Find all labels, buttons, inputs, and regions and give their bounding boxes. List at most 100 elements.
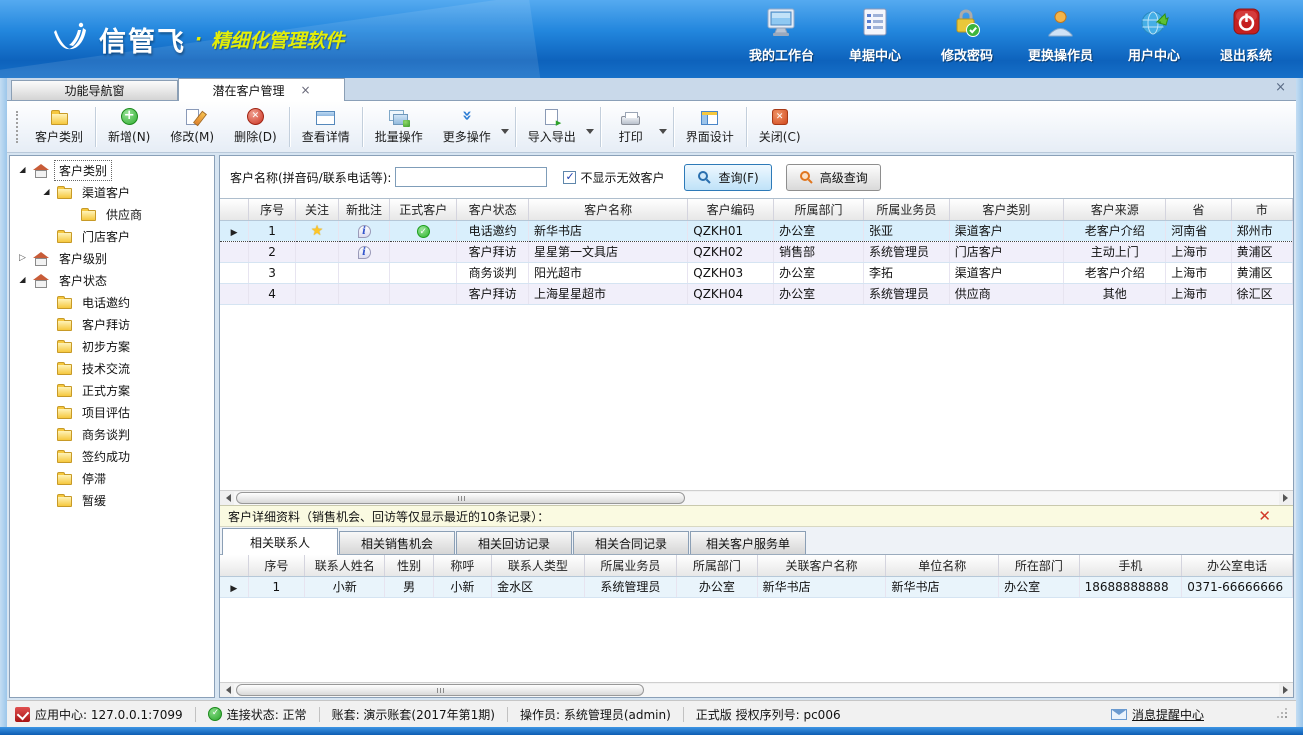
tabstrip-close-icon[interactable]: × [1275,81,1286,94]
cell-salesman[interactable]: 系统管理员 [863,241,949,262]
toolbar-import-export-button[interactable]: 导入导出 [518,104,586,150]
cell-company[interactable]: 新华书店 [886,576,999,597]
tab-related-sales-opportunities[interactable]: 相关销售机会 [339,531,455,554]
nav-switch-operator[interactable]: 更换操作员 [1028,7,1093,64]
toolbar-ui-design-button[interactable]: 界面设计 [676,104,744,150]
cell-salesman[interactable]: 李拓 [863,262,949,283]
tab-related-service-orders[interactable]: 相关客户服务单 [690,531,806,554]
message-center-link[interactable]: 消息提醒中心 [1111,706,1204,723]
expander-closed-icon[interactable] [17,254,28,263]
cell-city[interactable]: 黄浦区 [1231,241,1292,262]
column-header[interactable]: 省 [1166,199,1231,220]
cell-seq[interactable]: 4 [249,283,296,304]
cell-dept[interactable]: 销售部 [774,241,864,262]
cell-follow[interactable] [296,283,339,304]
cell-name[interactable]: 新华书店 [528,220,687,241]
tab-related-followup-records[interactable]: 相关回访记录 [456,531,572,554]
cell-source[interactable]: 主动上门 [1064,241,1166,262]
column-header[interactable]: 所在部门 [999,555,1079,576]
cell-department[interactable]: 办公室 [999,576,1079,597]
customer-grid-hscrollbar[interactable] [220,490,1293,505]
nav-my-workbench[interactable]: 我的工作台 [749,7,814,64]
column-header[interactable]: 所属业务员 [584,555,677,576]
cell-status[interactable]: 商务谈判 [457,262,529,283]
scrollbar-track[interactable] [234,684,1279,697]
cell-city[interactable]: 徐汇区 [1231,283,1292,304]
dropdown-caret-icon[interactable] [659,129,667,138]
tree-item-phone-invite[interactable]: 电话邀约 [10,291,214,313]
column-header[interactable]: 联系人类型 [492,555,585,576]
cell-name[interactable]: 上海星星超市 [528,283,687,304]
table-row[interactable]: 1 电话邀约 新华书店 QZKH01 办公室 张亚 渠道客户 老客户介绍 [220,220,1293,241]
cell-source[interactable]: 老客户介绍 [1064,262,1166,283]
tree-item-customer-visit[interactable]: 客户拜访 [10,313,214,335]
cell-code[interactable]: QZKH02 [688,241,774,262]
toolbar-customer-category-button[interactable]: 客户类别 [25,104,93,150]
detail-close-icon[interactable]: ✕ [1258,509,1271,524]
cell-gender[interactable]: 男 [385,576,433,597]
cell-salutation[interactable]: 小新 [433,576,491,597]
cell-name[interactable]: 阳光超市 [528,262,687,283]
column-header[interactable]: 办公室电话 [1182,555,1293,576]
tab-related-contract-records[interactable]: 相关合同记录 [573,531,689,554]
table-row[interactable]: 1 小新 男 小新 金水区 系统管理员 办公室 新华书店 新华书店 办公室 18 [220,576,1293,597]
cell-note[interactable] [338,241,389,262]
cell-category[interactable]: 渠道客户 [949,220,1063,241]
contact-grid-hscrollbar[interactable] [220,682,1293,697]
cell-mobile[interactable]: 18688888888 [1079,576,1182,597]
cell-seq[interactable]: 1 [248,576,304,597]
scrollbar-track[interactable] [234,492,1279,505]
cell-code[interactable]: QZKH04 [688,283,774,304]
cell-salesman[interactable]: 系统管理员 [584,576,677,597]
advanced-query-button[interactable]: 高级查询 [786,164,881,191]
table-row[interactable]: 3 商务谈判 阳光超市 QZKH03 办公室 李拓 渠道客户 老客户介绍 [220,262,1293,283]
tree-item-store-customer[interactable]: 门店客户 [10,225,214,247]
toolbar-print-button[interactable]: 打印 [603,104,659,150]
tree-item-customer-category[interactable]: 客户类别 [10,159,214,181]
cell-name[interactable]: 星星第一文具店 [528,241,687,262]
scroll-left-arrow-icon[interactable] [221,684,234,697]
column-header[interactable]: 关注 [296,199,339,220]
expander-open-icon[interactable] [17,276,28,284]
cell-note[interactable] [338,262,389,283]
tab-function-nav[interactable]: 功能导航窗 [11,80,178,100]
cell-follow[interactable] [296,220,339,241]
query-button[interactable]: 查询(F) [684,164,771,191]
tree-item-suspended[interactable]: 暂缓 [10,489,214,511]
cell-follow[interactable] [296,241,339,262]
scroll-right-arrow-icon[interactable] [1279,684,1292,697]
toolbar-more-actions-button[interactable]: 更多操作 [433,104,501,150]
column-header[interactable]: 客户类别 [949,199,1063,220]
cell-dept[interactable]: 办公室 [774,220,864,241]
cell-city[interactable]: 黄浦区 [1231,262,1292,283]
nav-document-center[interactable]: 单据中心 [844,7,906,64]
cell-category[interactable]: 门店客户 [949,241,1063,262]
cell-formal[interactable] [390,241,457,262]
cell-source[interactable]: 其他 [1064,283,1166,304]
nav-change-password[interactable]: 修改密码 [936,7,998,64]
toolbar-delete-button[interactable]: 删除(D) [224,104,287,150]
tree-item-supplier[interactable]: 供应商 [10,203,214,225]
tree-item-tech-exchange[interactable]: 技术交流 [10,357,214,379]
column-header[interactable]: 所属业务员 [863,199,949,220]
cell-linked-customer[interactable]: 新华书店 [757,576,886,597]
cell-formal[interactable] [390,283,457,304]
nav-exit-system[interactable]: 退出系统 [1215,7,1277,64]
column-header[interactable]: 单位名称 [886,555,999,576]
cell-status[interactable]: 电话邀约 [457,220,529,241]
column-header[interactable]: 正式客户 [390,199,457,220]
tree-item-customer-status[interactable]: 客户状态 [10,269,214,291]
cell-category[interactable]: 供应商 [949,283,1063,304]
tree-item-signed-success[interactable]: 签约成功 [10,445,214,467]
column-header[interactable]: 序号 [248,555,304,576]
cell-source[interactable]: 老客户介绍 [1064,220,1166,241]
cell-salesman[interactable]: 系统管理员 [863,283,949,304]
cell-dept[interactable]: 办公室 [774,262,864,283]
tab-close-icon[interactable]: × [300,84,310,96]
expander-open-icon[interactable] [17,166,28,174]
cell-note[interactable] [338,220,389,241]
cell-city[interactable]: 郑州市 [1231,220,1292,241]
column-header[interactable]: 客户来源 [1064,199,1166,220]
cell-code[interactable]: QZKH01 [688,220,774,241]
cell-status[interactable]: 客户拜访 [457,241,529,262]
